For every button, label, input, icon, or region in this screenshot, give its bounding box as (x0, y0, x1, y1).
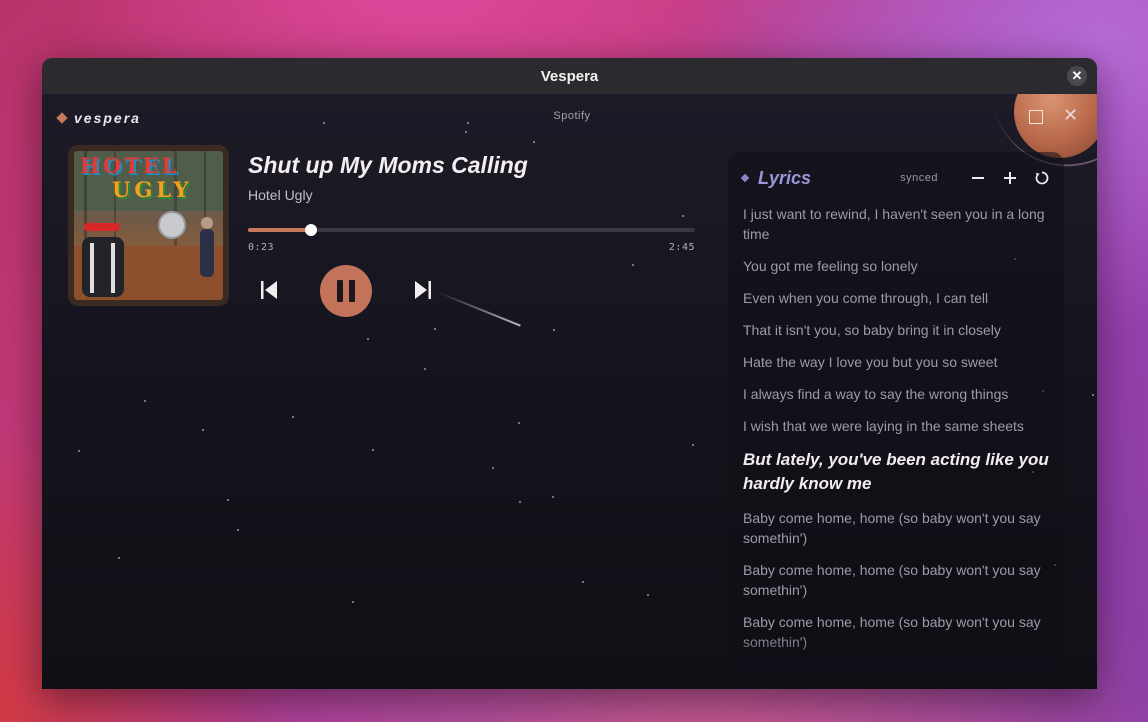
star (492, 467, 494, 469)
album-art: HOTEL UGLY (68, 145, 229, 306)
play-pause-button[interactable] (320, 265, 372, 317)
star (372, 449, 374, 451)
progress-slider[interactable] (248, 224, 695, 236)
minus-icon (972, 177, 984, 179)
lyric-line[interactable]: Baby come home, home (so baby won't you … (743, 508, 1050, 548)
star (292, 416, 294, 418)
previous-button[interactable] (258, 279, 280, 301)
album-cover-image: HOTEL UGLY (74, 151, 223, 300)
star (467, 122, 469, 124)
player-content: vespera Spotify ✕ HOTEL UGLY Shut up My … (42, 94, 1097, 689)
star (227, 499, 229, 501)
album-title-line2: UGLY (112, 177, 193, 202)
close-icon: ✕ (1063, 105, 1079, 125)
skip-previous-icon (261, 281, 277, 299)
star (144, 400, 146, 402)
star (78, 450, 80, 452)
star (533, 141, 535, 143)
total-time: 2:45 (668, 242, 695, 253)
skip-next-icon (415, 281, 431, 299)
lyric-line[interactable]: I wish that we were laying in the same s… (743, 416, 1050, 436)
star (434, 328, 436, 330)
star (582, 581, 584, 583)
window-title: Vespera (540, 67, 599, 85)
reset-offset-button[interactable] (1034, 170, 1050, 186)
source-label: Spotify (553, 110, 591, 122)
lyrics-title: Lyrics (758, 167, 812, 188)
lyric-line[interactable]: Baby come home, home (so baby won't you … (743, 560, 1050, 600)
increase-offset-button[interactable] (1002, 170, 1018, 186)
brand-name: vespera (74, 110, 141, 126)
close-icon: ✕ (1071, 68, 1083, 83)
current-time: 0:23 (248, 242, 275, 253)
plus-icon (1004, 172, 1016, 184)
star (323, 122, 325, 124)
lyric-line[interactable]: I always find a way to say the wrong thi… (743, 384, 1050, 404)
shooting-star (436, 291, 521, 327)
lyrics-mode: synced (900, 172, 938, 184)
title-bar[interactable]: Vespera ✕ (42, 58, 1097, 94)
track-artist: Hotel Ugly (248, 187, 313, 203)
star (552, 496, 554, 498)
star (352, 601, 354, 603)
star (465, 131, 467, 133)
maximize-button[interactable] (1029, 110, 1043, 124)
brand: vespera (56, 110, 141, 126)
app-window: Vespera ✕ vespera Spotify ✕ HOTEL UGLY S… (42, 58, 1097, 689)
star (424, 368, 426, 370)
lyrics-header: Lyrics synced (740, 166, 1050, 190)
next-button[interactable] (412, 279, 434, 301)
lyric-line[interactable]: That it isn't you, so baby bring it in c… (743, 320, 1050, 340)
lyric-line-active[interactable]: But lately, you've been acting like you … (743, 448, 1050, 496)
brand-diamond-icon (56, 112, 68, 124)
lyric-line[interactable]: Even when you come through, I can tell (743, 288, 1050, 308)
progress-handle[interactable] (304, 224, 317, 236)
star (202, 429, 204, 431)
star (118, 557, 120, 559)
star (553, 329, 555, 331)
pause-icon (337, 280, 355, 302)
lyric-line[interactable]: I just want to rewind, I haven't seen yo… (743, 204, 1050, 244)
lyrics-list: I just want to rewind, I haven't seen yo… (743, 204, 1050, 664)
lyrics-diamond-icon (740, 173, 750, 183)
star (518, 422, 520, 424)
star (647, 594, 649, 596)
star (1092, 394, 1094, 396)
decrease-offset-button[interactable] (970, 170, 986, 186)
lyric-line[interactable]: You got me feeling so lonely (743, 256, 1050, 276)
close-player-button[interactable]: ✕ (1063, 105, 1078, 126)
progress-fill (248, 228, 311, 232)
track-title: Shut up My Moms Calling (248, 152, 528, 178)
star (682, 215, 684, 217)
star (692, 444, 694, 446)
lyric-line[interactable]: Hate the way I love you but you so sweet (743, 352, 1050, 372)
refresh-icon (1035, 171, 1049, 185)
album-title-line1: HOTEL (80, 153, 180, 178)
window-close-button[interactable]: ✕ (1067, 66, 1087, 86)
star (519, 501, 521, 503)
lyrics-panel: Lyrics synced I just want to rewind, I h… (728, 152, 1064, 689)
star (367, 338, 369, 340)
star (237, 529, 239, 531)
star (632, 264, 634, 266)
lyrics-fade (728, 629, 1064, 689)
